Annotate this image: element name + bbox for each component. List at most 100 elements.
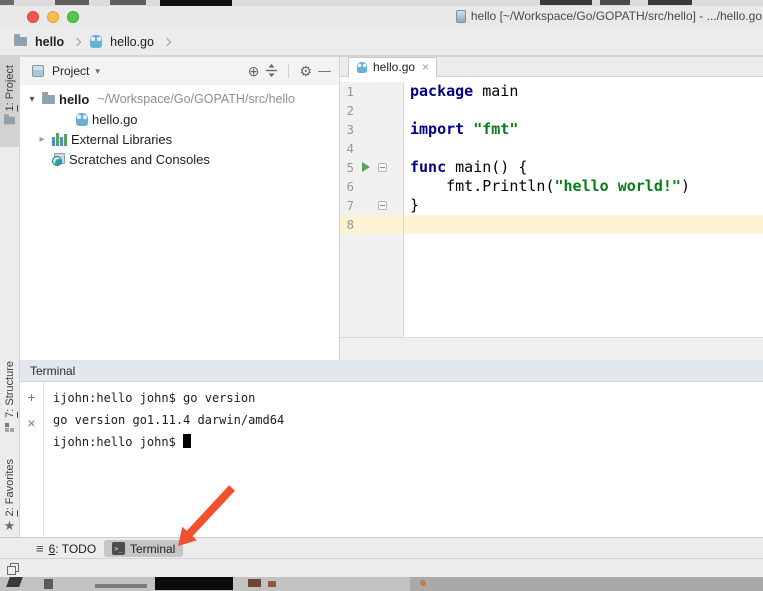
line-number: 5: [340, 158, 354, 177]
tool-button-project-label: 1: Project: [4, 65, 16, 111]
code-line-4[interactable]: 4: [340, 139, 763, 158]
main-area: Project ▾ ⊕ ⚙ — ▾hello~/Workspace/Go/GOP…: [20, 56, 763, 360]
close-tab-icon[interactable]: ×: [422, 60, 429, 74]
chevron-down-icon[interactable]: ▾: [95, 66, 100, 77]
minimize-window-button[interactable]: [47, 11, 59, 23]
line-number: 4: [340, 139, 354, 158]
code-text: package main: [404, 82, 763, 101]
tool-button-structure[interactable]: 7: Structure: [0, 353, 19, 445]
tree-item-label: Scratches and Consoles: [69, 152, 210, 167]
todo-list-icon: ≡: [36, 541, 44, 556]
locate-icon[interactable]: ⊕: [248, 64, 260, 78]
code-text: [404, 215, 763, 234]
scratches-icon: [52, 153, 65, 166]
terminal-line: go version go1.11.4 darwin/amd64: [53, 409, 763, 431]
zoom-window-button[interactable]: [67, 11, 79, 23]
line-number: 7: [340, 196, 354, 215]
folder-icon: [14, 37, 27, 46]
terminal-icon: >_: [112, 542, 125, 555]
code-line-3[interactable]: 3import "fmt": [340, 120, 763, 139]
editor: hello.go × 1 package main 23import "fmt"45…: [340, 57, 763, 360]
tool-button-todo[interactable]: ≡ 6: TODO: [28, 540, 104, 557]
tab-label: hello.go: [373, 60, 415, 74]
code-text: func main() {: [404, 158, 763, 177]
window-title: hello [~/Workspace/Go/GOPATH/src/hello] …: [471, 9, 762, 23]
line-number: 6: [340, 177, 354, 196]
breadcrumb: hello hello.go: [0, 28, 763, 56]
editor-bottom-strip: [340, 337, 763, 360]
hide-panel-icon[interactable]: —: [318, 64, 331, 78]
line-number: 2: [340, 101, 354, 120]
libs-icon: [52, 133, 67, 146]
code-text: fmt.Println("hello world!"): [404, 177, 763, 196]
fold-icon[interactable]: [378, 201, 387, 210]
close-session-button[interactable]: ×: [27, 416, 35, 430]
bottom-tool-bar: ≡ 6: TODO >_ Terminal: [0, 537, 763, 558]
collapse-all-icon[interactable]: [265, 64, 278, 79]
folder-icon: [4, 117, 15, 125]
add-session-button[interactable]: +: [27, 390, 35, 404]
tree-expanded-arrow[interactable]: ▾: [26, 94, 38, 105]
tab-hello-go[interactable]: hello.go ×: [348, 57, 437, 77]
terminal-header[interactable]: Terminal: [20, 360, 763, 382]
tool-button-terminal[interactable]: >_ Terminal: [104, 540, 183, 557]
go-file-icon: [90, 35, 102, 48]
terminal-output[interactable]: ijohn:hello john$ go versiongo version g…: [44, 382, 763, 537]
settings-gear-icon[interactable]: ⚙: [299, 64, 312, 78]
line-number: 1: [340, 82, 354, 101]
tree-collapsed-arrow[interactable]: ▸: [36, 134, 48, 145]
tree-item-label: hello: [59, 92, 89, 107]
terminal-body: + × ijohn:hello john$ go versiongo versi…: [20, 382, 763, 537]
screen: hello [~/Workspace/Go/GOPATH/src/hello] …: [0, 0, 763, 591]
tool-window-pane-icon: [32, 65, 44, 77]
code-line-8[interactable]: 8: [340, 215, 763, 234]
project-panel-title[interactable]: Project: [52, 64, 89, 78]
code-line-6[interactable]: 6 fmt.Println("hello world!"): [340, 177, 763, 196]
run-icon[interactable]: [362, 162, 370, 172]
close-window-button[interactable]: [27, 11, 39, 23]
terminal-line: ijohn:hello john$: [53, 431, 763, 453]
tree-item-hello-go[interactable]: hello.go: [20, 109, 339, 129]
status-bar: [0, 558, 763, 577]
tree-item-external-libraries[interactable]: ▸ External Libraries: [20, 129, 339, 149]
editor-tab-bar: hello.go ×: [340, 57, 763, 77]
terminal-cursor: [183, 434, 191, 448]
traffic-lights: [27, 11, 79, 23]
background-desktop-sliver: [0, 577, 763, 591]
code-line-1[interactable]: 1 package main: [340, 82, 763, 101]
project-panel: Project ▾ ⊕ ⚙ — ▾hello~/Workspace/Go/GOP…: [20, 57, 340, 360]
tool-button-project[interactable]: 1: Project: [0, 57, 19, 147]
structure-icon: [5, 423, 14, 432]
toggle-tool-windows-icon[interactable]: [6, 562, 20, 576]
code-editor[interactable]: 1 package main 23import "fmt"45 func main()…: [340, 77, 763, 337]
window-title-group: hello [~/Workspace/Go/GOPATH/src/hello] …: [456, 9, 762, 23]
terminal-toolbar: + ×: [20, 382, 44, 537]
code-line-2[interactable]: 2: [340, 101, 763, 120]
breadcrumb-item-hello[interactable]: hello: [35, 35, 64, 49]
tool-window-bar-left: 1: Project 7: Structure 2: Favorites ★: [0, 56, 20, 537]
tool-button-favorites[interactable]: 2: Favorites ★: [0, 451, 19, 547]
ide-window: hello [~/Workspace/Go/GOPATH/src/hello] …: [0, 6, 763, 577]
code-line-5[interactable]: 5 func main() {: [340, 158, 763, 177]
star-icon: ★: [4, 521, 16, 531]
terminal-panel: Terminal + × ijohn:hello john$ go versio…: [20, 360, 763, 537]
tool-button-todo-label: 6: TODO: [49, 542, 97, 556]
tool-button-favorites-label: 2: Favorites: [4, 459, 16, 516]
code-text: [404, 139, 763, 158]
code-text: import "fmt": [404, 120, 763, 139]
tree-item-label: hello.go: [92, 112, 138, 127]
go-icon: [76, 113, 88, 126]
tree-item-label: External Libraries: [71, 132, 172, 147]
line-number: 8: [340, 215, 354, 234]
folder-icon: [42, 95, 55, 104]
titlebar[interactable]: hello [~/Workspace/Go/GOPATH/src/hello] …: [0, 6, 763, 28]
chevron-right-icon: [163, 37, 171, 45]
tree-item-hello[interactable]: ▾hello~/Workspace/Go/GOPATH/src/hello: [20, 89, 339, 109]
code-line-7[interactable]: 7}: [340, 196, 763, 215]
document-icon: [456, 10, 466, 23]
breadcrumb-item-hello-go[interactable]: hello.go: [110, 35, 154, 49]
fold-icon[interactable]: [378, 163, 387, 172]
code-text: [404, 101, 763, 120]
tree-item-scratches-and-consoles[interactable]: Scratches and Consoles: [20, 149, 339, 169]
terminal-title: Terminal: [30, 364, 75, 378]
